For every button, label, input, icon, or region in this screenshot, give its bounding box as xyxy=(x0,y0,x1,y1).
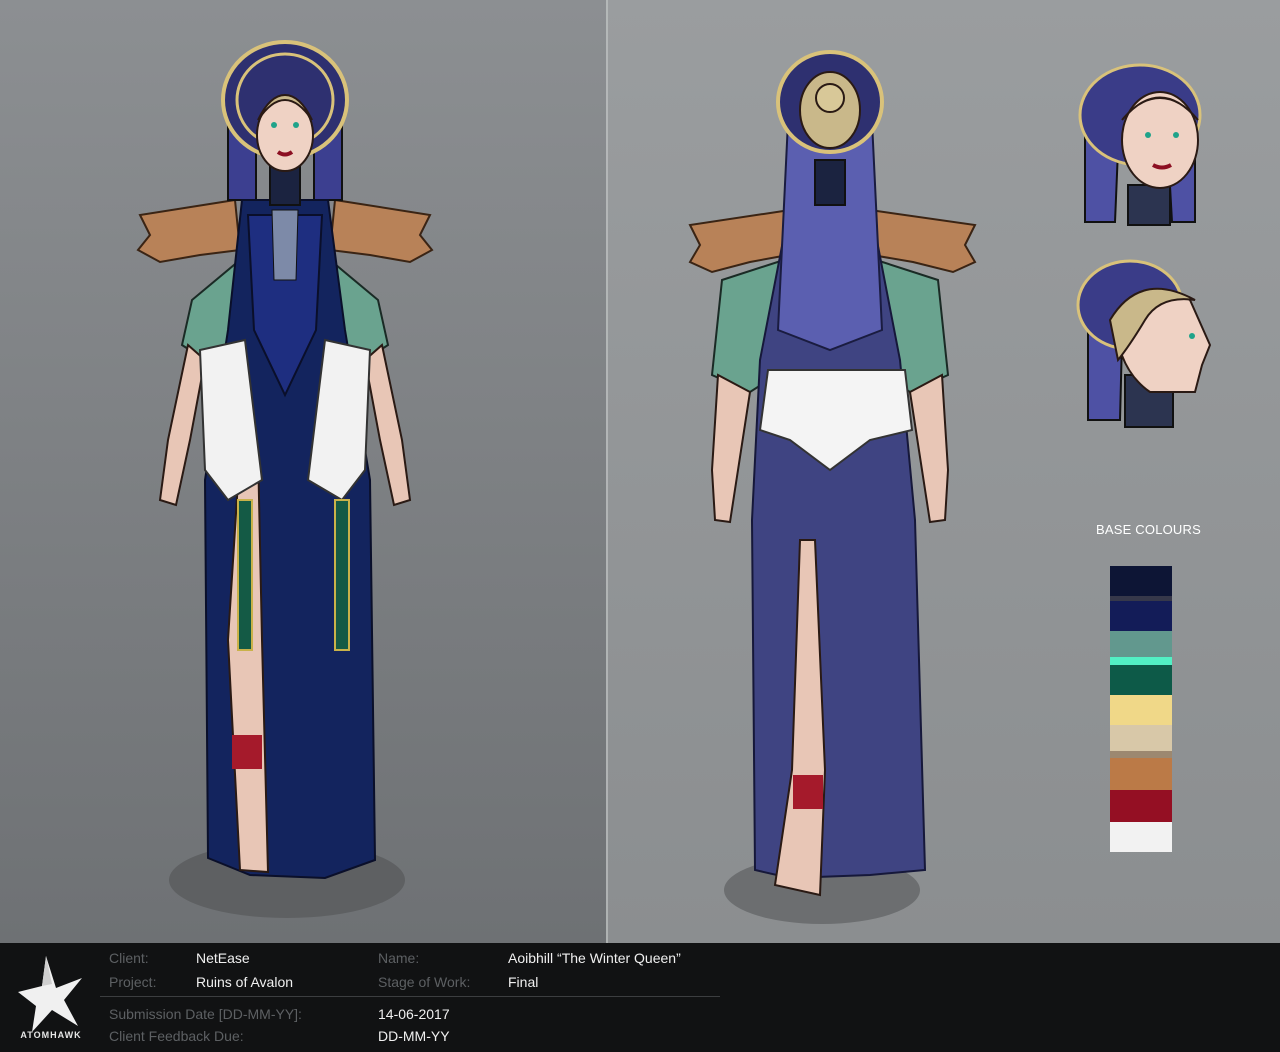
colour-swatch xyxy=(1110,725,1172,751)
front-view-figure xyxy=(136,40,434,918)
client-label: Client: xyxy=(109,950,149,966)
head-study-front xyxy=(1078,63,1202,226)
colour-swatch xyxy=(1110,566,1172,596)
back-view-figure xyxy=(688,50,977,924)
brand-wordmark: ATOMHAWK xyxy=(20,1030,82,1040)
colour-swatch xyxy=(1110,751,1172,758)
base-colours-title: BASE COLOURS xyxy=(1096,522,1201,537)
colour-swatch xyxy=(1110,665,1172,695)
colour-swatch xyxy=(1110,695,1172,725)
footer-divider xyxy=(100,996,720,997)
stage-value: Final xyxy=(508,974,539,990)
colour-swatch xyxy=(1110,758,1172,790)
submission-date-label: Submission Date [DD-MM-YY]: xyxy=(109,1006,302,1022)
base-colour-swatches xyxy=(1110,566,1172,852)
name-label: Name: xyxy=(378,950,420,966)
submission-date-value: 14-06-2017 xyxy=(378,1006,450,1022)
concept-sheet: BASE COLOURS ATOMHAWK Client: NetEase Pr… xyxy=(0,0,1280,1052)
project-label: Project: xyxy=(109,974,157,990)
character-artwork xyxy=(136,40,1212,924)
colour-swatch xyxy=(1110,631,1172,657)
stage-label: Stage of Work: xyxy=(378,974,471,990)
head-study-side xyxy=(1076,259,1212,428)
colour-swatch xyxy=(1110,601,1172,631)
name-value: Aoibhill “The Winter Queen” xyxy=(508,950,681,966)
project-value: Ruins of Avalon xyxy=(196,974,294,990)
client-feedback-label: Client Feedback Due: xyxy=(109,1028,244,1044)
colour-swatch xyxy=(1110,822,1172,852)
colour-swatch xyxy=(1110,657,1172,665)
client-feedback-value: DD-MM-YY xyxy=(378,1028,450,1044)
colour-swatch xyxy=(1110,790,1172,822)
client-value: NetEase xyxy=(196,950,250,966)
